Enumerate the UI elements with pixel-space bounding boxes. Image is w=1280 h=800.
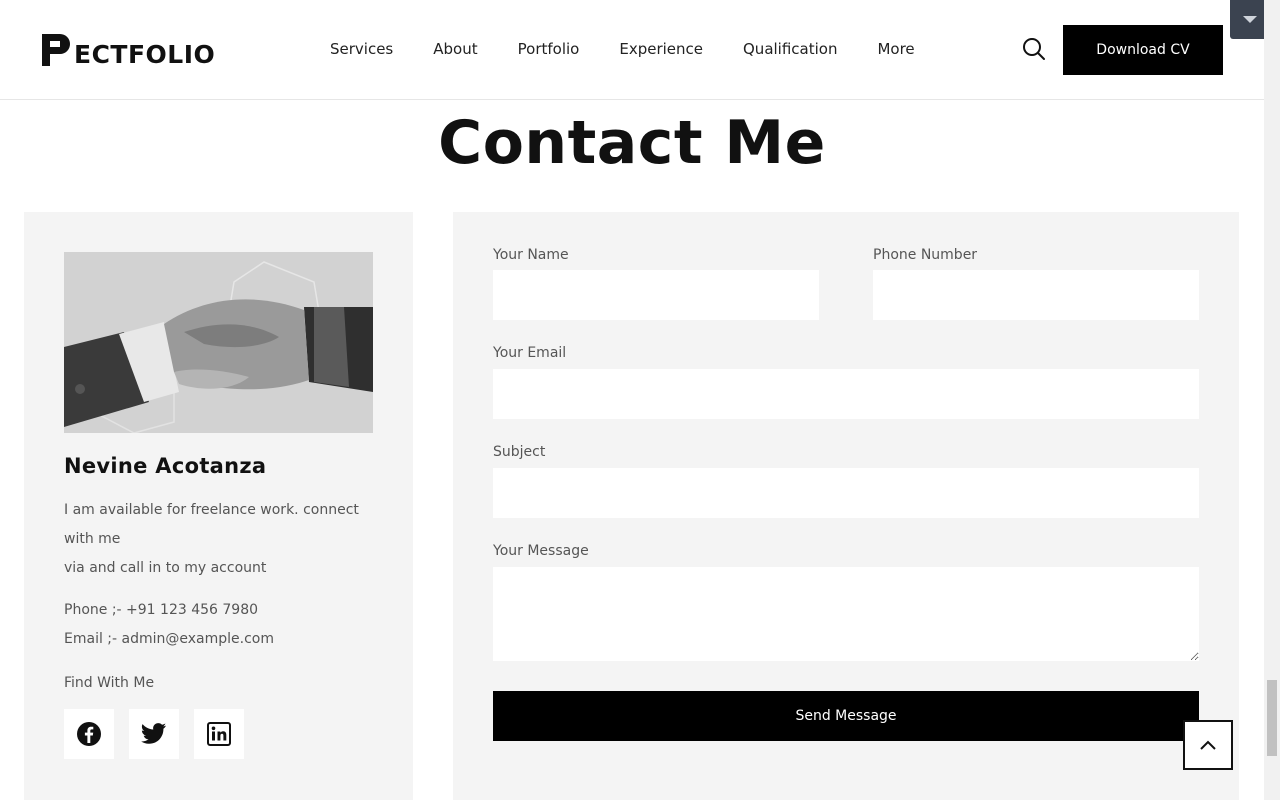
message-label: Your Message [493, 543, 589, 559]
subject-input[interactable] [493, 468, 1199, 518]
nav-item-services[interactable]: Services [330, 40, 393, 58]
linkedin-icon [207, 722, 231, 746]
facebook-link[interactable] [64, 709, 114, 759]
search-icon [1023, 38, 1045, 60]
main-nav: Services About Portfolio Experience Qual… [330, 40, 955, 58]
page-title: Contact Me [438, 108, 826, 178]
download-cv-button[interactable]: Download CV [1063, 25, 1223, 75]
search-button[interactable] [1021, 36, 1047, 62]
contact-form: Your Name Phone Number Your Email Subjec… [453, 212, 1239, 800]
phone-label: Phone Number [873, 247, 978, 263]
handshake-photo [64, 252, 373, 433]
page-scrollbar[interactable] [1264, 0, 1280, 800]
subject-label: Subject [493, 444, 546, 460]
facebook-icon [77, 722, 101, 746]
name-label: Your Name [493, 247, 569, 263]
profile-card: Nevine Acotanza I am available for freel… [24, 212, 413, 800]
send-message-button[interactable]: Send Message [493, 691, 1199, 741]
logo-mark-icon [42, 34, 70, 66]
name-input[interactable] [493, 270, 819, 320]
nav-item-qualification[interactable]: Qualification [743, 40, 837, 58]
nav-item-more[interactable]: More [877, 40, 914, 58]
profile-email: Email ;- admin@example.com [64, 631, 274, 647]
profile-description-line: I am available for freelance work. conne… [64, 502, 359, 547]
phone-input[interactable] [873, 270, 1199, 320]
find-with-me-label: Find With Me [64, 675, 155, 691]
email-input[interactable] [493, 369, 1199, 419]
caret-down-icon [1243, 15, 1257, 23]
email-label: Your Email [493, 345, 567, 361]
logo-text: ECTFOLIO [74, 39, 216, 69]
nav-item-about[interactable]: About [433, 40, 477, 58]
nav-item-portfolio[interactable]: Portfolio [518, 40, 580, 58]
profile-phone: Phone ;- +91 123 456 7980 [64, 602, 259, 618]
site-header: ECTFOLIO Services About Portfolio Experi… [0, 0, 1264, 100]
scroll-to-top-button[interactable] [1183, 720, 1233, 770]
linkedin-link[interactable] [194, 709, 244, 759]
profile-description-line: via and call in to my account [64, 560, 267, 576]
nav-item-experience[interactable]: Experience [619, 40, 703, 58]
site-logo[interactable]: ECTFOLIO [40, 32, 216, 69]
profile-name: Nevine Acotanza [64, 454, 267, 478]
scrollbar-thumb[interactable] [1267, 680, 1277, 756]
twitter-icon [141, 723, 166, 744]
message-textarea[interactable] [493, 567, 1199, 661]
chevron-up-icon [1200, 740, 1216, 750]
twitter-link[interactable] [129, 709, 179, 759]
profile-description: I am available for freelance work. conne… [64, 496, 374, 583]
